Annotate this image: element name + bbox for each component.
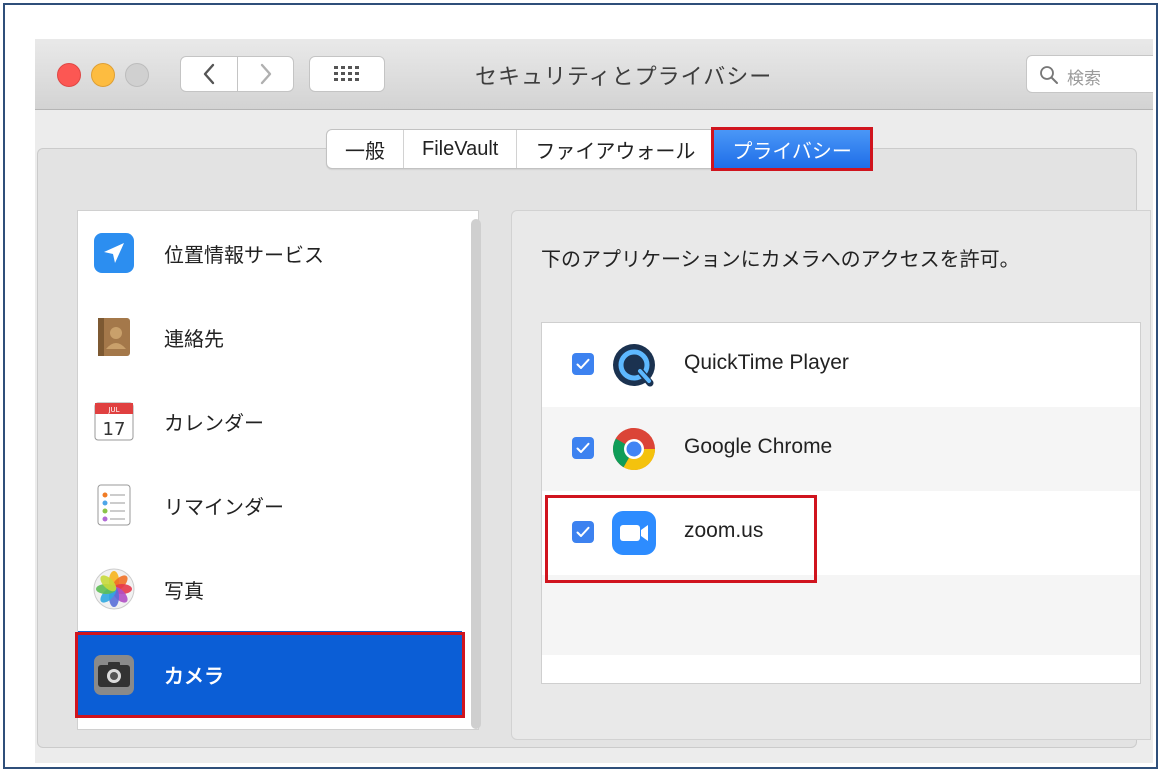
search-placeholder: 検索 [1067,69,1101,89]
svg-text:17: 17 [103,419,126,440]
sidebar-item-contacts[interactable]: 連絡先 [78,295,462,379]
location-arrow-icon [92,231,136,275]
contacts-book-icon [92,315,136,359]
tab-firewall[interactable]: ファイアウォール [517,130,715,168]
close-button[interactable] [57,63,81,87]
sidebar-item-label: リマインダー [164,496,284,519]
back-button[interactable] [181,57,238,91]
calendar-icon: JUL 17 [92,399,136,443]
checkbox-quicktime[interactable] [572,353,594,375]
screenshot-frame: セキュリティとプライバシー 検索 一般 FileVault ファイアウォール プ… [3,3,1158,769]
app-row-zoom[interactable]: zoom.us [542,491,1140,575]
zoom-icon [610,509,658,557]
camera-icon [92,653,136,697]
checkmark-icon [576,526,590,537]
sidebar-item-reminders[interactable]: リマインダー [78,463,462,547]
sidebar-item-camera[interactable]: カメラ [78,631,462,717]
svg-text:JUL: JUL [107,406,119,414]
zoom-button[interactable] [125,63,149,87]
grid-icon [334,66,359,81]
checkmark-icon [576,358,590,369]
sidebar-scrollbar[interactable] [471,219,481,729]
photos-icon [92,567,136,611]
search-icon [1040,66,1058,84]
sidebar-item-label: 位置情報サービス [164,244,324,267]
quicktime-icon [610,341,658,389]
search-field[interactable]: 検索 [1026,55,1153,93]
checkbox-zoom[interactable] [572,521,594,543]
sidebar-item-label: カメラ [164,665,224,688]
sidebar-item-photos[interactable]: 写真 [78,547,462,631]
navigation-buttons [180,56,294,92]
title-bar: セキュリティとプライバシー 検索 [35,39,1153,110]
sidebar-item-location-services[interactable]: 位置情報サービス [78,211,462,295]
sidebar-item-label: カレンダー [164,412,264,435]
tab-bar: 一般 FileVault ファイアウォール プライバシー [326,127,873,171]
tab-filevault[interactable]: FileVault [404,130,518,168]
reminders-icon [92,483,136,527]
tab-general[interactable]: 一般 [327,130,404,168]
app-name: zoom.us [684,519,764,542]
app-row-chrome[interactable]: Google Chrome [542,407,1140,491]
show-all-button[interactable] [309,56,385,92]
checkmark-icon [576,442,590,453]
sidebar-item-label: 写真 [164,580,204,603]
minimize-button[interactable] [91,63,115,87]
chevron-right-icon [260,63,272,85]
access-description: 下のアプリケーションにカメラへのアクセスを許可。 [541,249,1020,271]
sidebar-item-calendar[interactable]: JUL 17 カレンダー [78,379,462,463]
privacy-sidebar: 位置情報サービス 連絡先 JUL 17 カレンダー リマインダー 写真 カメラ [77,210,479,730]
app-row-empty [542,575,1140,655]
tab-privacy[interactable]: プライバシー [711,127,873,171]
window-title: セキュリティとプライバシー [475,64,773,89]
sidebar-item-label: 連絡先 [164,328,224,351]
app-list: QuickTime Player Google Chrome zoom.us [541,322,1141,684]
forward-button[interactable] [238,57,294,91]
app-row-quicktime[interactable]: QuickTime Player [542,323,1140,407]
app-name: QuickTime Player [684,351,849,374]
app-name: Google Chrome [684,435,833,458]
chevron-left-icon [203,63,215,85]
chrome-icon [610,425,658,473]
checkbox-chrome[interactable] [572,437,594,459]
